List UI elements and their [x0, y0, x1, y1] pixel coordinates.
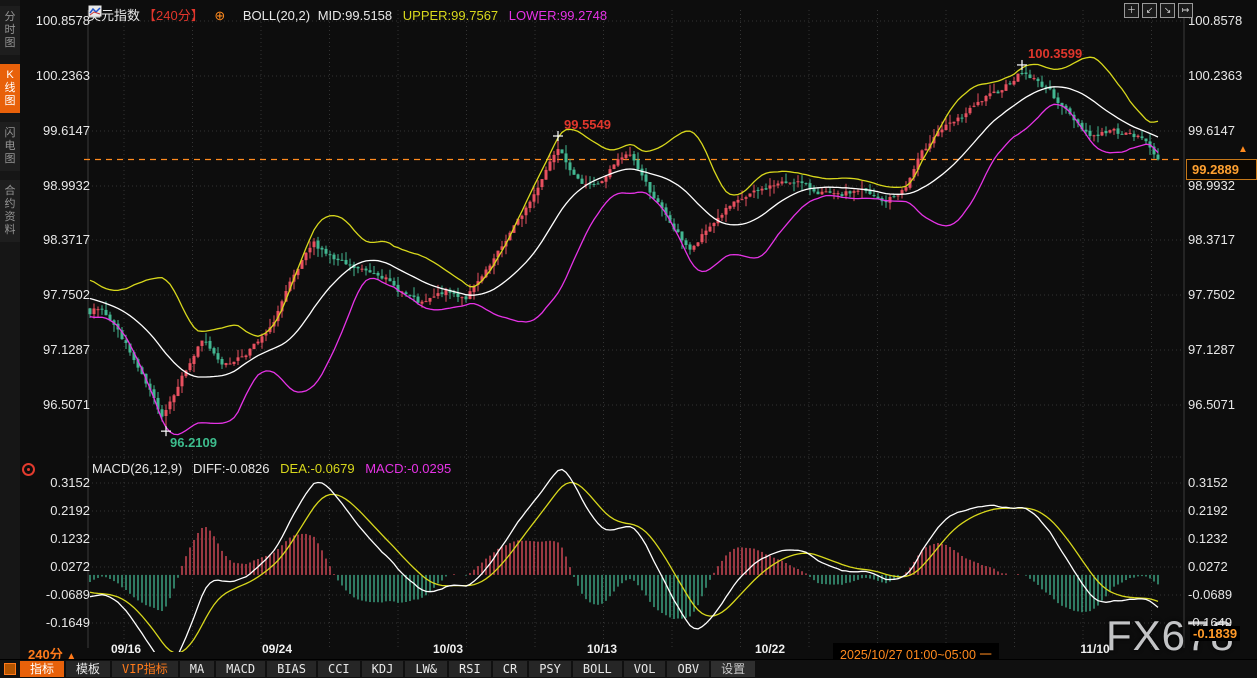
macd-axis-label-left: 0.0272 — [50, 559, 90, 574]
x-axis-date-label: 10/13 — [586, 642, 618, 656]
chart-scale-left-icon[interactable]: ↙ — [1142, 3, 1157, 18]
y-axis-label-left: 98.3717 — [43, 232, 90, 247]
macd-indicator-icon[interactable] — [22, 463, 35, 476]
current-macd-box: -0.1839 — [1190, 626, 1241, 641]
macd-axis-label-left: -0.0689 — [45, 587, 90, 602]
y-axis-label-right: 98.3717 — [1188, 232, 1235, 247]
sidebar-tab-4[interactable]: 合约资料 — [0, 180, 20, 242]
macd-axis-label-right: 0.2192 — [1188, 503, 1228, 518]
macd-dea-value: DEA:-0.0679 — [280, 461, 355, 476]
window-buttons: ＋ ↙ ↘ ↦ — [1124, 3, 1193, 18]
y-axis-label-left: 97.7502 — [43, 287, 90, 302]
toolbar-button-obv[interactable]: OBV — [667, 661, 710, 677]
toolbar-button-bias[interactable]: BIAS — [267, 661, 316, 677]
macd-title: MACD(26,12,9) — [92, 461, 183, 476]
boll-mid-value: MID:99.5158 — [317, 8, 393, 23]
toolbar-expand-icon[interactable] — [4, 663, 16, 675]
price-up-arrow-icon: ▲ — [1238, 144, 1248, 155]
y-axis-label-right: 97.1287 — [1188, 342, 1235, 357]
y-axis-label-right: 99.6147 — [1188, 123, 1235, 138]
current-price-box: 99.2889 — [1186, 159, 1257, 180]
toolbar-button-psy[interactable]: PSY — [529, 661, 571, 677]
y-axis-label-left: 98.9932 — [43, 178, 90, 193]
toolbar-button-lw&[interactable]: LW& — [405, 661, 448, 677]
crosshair-icon[interactable]: ＋ — [1124, 3, 1139, 18]
macd-axis-label-left: 0.1232 — [50, 531, 90, 546]
y-axis-label-left: 100.8578 — [35, 13, 90, 28]
toolbar-button-rsi[interactable]: RSI — [449, 661, 491, 677]
axis-overlay: 100.8578 100.8578 100.2363 100.2363 99.6147 9… — [0, 0, 1257, 677]
toolbar-button-cr[interactable]: CR — [492, 661, 528, 677]
toolbar-button-cci[interactable]: CCI — [317, 661, 360, 677]
toolbar-button-ma[interactable]: MA — [179, 661, 215, 677]
x-axis-date-label: 09/24 — [261, 642, 293, 656]
sidebar-tab-2[interactable]: K线图 — [0, 64, 20, 113]
macd-axis-label-left: 0.3152 — [50, 475, 90, 490]
toolbar-button-指标[interactable]: 指标 — [20, 661, 65, 677]
y-axis-label-right: 100.2363 — [1188, 68, 1243, 83]
macd-axis-label-right: 0.3152 — [1188, 475, 1228, 490]
toolbar-button-vol[interactable]: VOL — [623, 661, 666, 677]
y-axis-label-right: 96.5071 — [1188, 397, 1235, 412]
y-axis-label-right: 100.8578 — [1188, 13, 1243, 28]
macd-diff-value: DIFF:-0.0826 — [192, 461, 270, 476]
sidebar-tab-1[interactable]: 分时图 — [0, 6, 20, 55]
panel-collapse-icon[interactable]: ↦ — [1178, 3, 1193, 18]
sidebar-tab-3[interactable]: 闪电图 — [0, 122, 20, 171]
boll-upper-value: UPPER:99.7567 — [402, 8, 499, 23]
macd-axis-label-left: -0.1649 — [45, 615, 90, 630]
x-axis-date-label: 09/16 — [110, 642, 142, 656]
macd-axis-label-right: -0.0689 — [1188, 587, 1233, 602]
toolbar-button-模板[interactable]: 模板 — [66, 661, 111, 677]
y-axis-label-left: 97.1287 — [43, 342, 90, 357]
circle-plus-icon[interactable]: ⊕ — [214, 8, 225, 23]
y-axis-label-left: 96.5071 — [43, 397, 90, 412]
toolbar-button-boll[interactable]: BOLL — [572, 661, 622, 677]
toolbar-button-kdj[interactable]: KDJ — [361, 661, 404, 677]
chart-header: 美元指数 【240分】 ⊕ BOLL(20,2) MID:99.5158 UPPE… — [88, 5, 614, 24]
period-badge: 【240分】 — [143, 8, 204, 23]
macd-header: MACD(26,12,9) DIFF:-0.0826 DEA:-0.0679 M… — [92, 461, 458, 476]
toolbar-button-设置[interactable]: 设置 — [711, 661, 756, 677]
macd-axis-label-left: 0.2192 — [50, 503, 90, 518]
y-axis-label-left: 100.2363 — [35, 68, 90, 83]
x-axis-date-label: 11/10 — [1080, 642, 1110, 656]
boll-lower-value: LOWER:99.2748 — [508, 8, 608, 23]
y-axis-label-right: 98.9932 — [1188, 178, 1235, 193]
y-axis-label-right: 97.7502 — [1188, 287, 1235, 302]
indicator-toolbar: 指标 模板 VIP指标 MA MACD BIAS CCI KDJ LW& RSI CR PSY BOLL… — [0, 659, 1257, 678]
chart-scale-right-icon[interactable]: ↘ — [1160, 3, 1175, 18]
toolbar-button-macd[interactable]: MACD — [216, 661, 266, 677]
sidebar: 分时图 K线图闪电图合约资料 — [0, 0, 20, 677]
macd-axis-label-right: 0.1232 — [1188, 531, 1228, 546]
boll-label: BOLL(20,2) — [242, 8, 311, 23]
x-axis-date-label: 10/03 — [432, 642, 464, 656]
x-axis-date-label: 10/22 — [754, 642, 786, 656]
toolbar-button-vip指标[interactable]: VIP指标 — [112, 661, 178, 677]
y-axis-label-left: 99.6147 — [43, 123, 90, 138]
macd-axis-label-right: 0.0272 — [1188, 559, 1228, 574]
macd-macd-value: MACD:-0.0295 — [365, 461, 452, 476]
